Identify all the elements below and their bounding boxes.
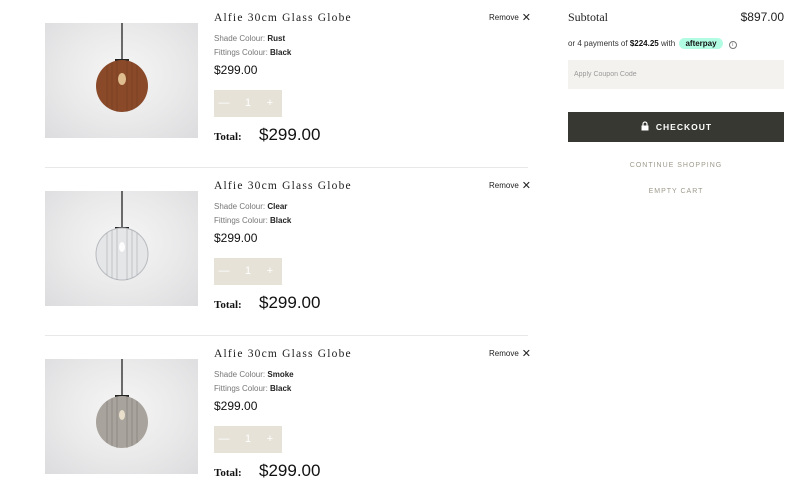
remove-button[interactable]: Remove ✕: [489, 346, 532, 360]
coupon-code-input[interactable]: [568, 60, 784, 89]
product-title[interactable]: Alfie 30cm Glass Globe: [214, 12, 352, 24]
item-total-label: Total:: [214, 299, 242, 311]
quantity-input[interactable]: 1: [240, 258, 256, 285]
fittings-label: Fittings Colour:: [214, 48, 268, 57]
product-title[interactable]: Alfie 30cm Glass Globe: [214, 348, 352, 360]
afterpay-amount: $224.25: [629, 39, 659, 48]
fittings-value: Black: [270, 384, 292, 393]
pendant-lamp-image: [96, 359, 148, 448]
remove-button[interactable]: Remove ✕: [489, 178, 532, 192]
quantity-stepper: — 1 +: [214, 258, 282, 285]
shade-label: Shade Colour:: [214, 34, 266, 43]
product-image[interactable]: [45, 23, 198, 138]
close-icon: ✕: [521, 180, 532, 192]
quantity-input[interactable]: 1: [240, 90, 256, 117]
cart-item: Alfie 30cm Glass Globe Shade Colour: Smo…: [45, 336, 532, 502]
afterpay-message: or 4 payments of $224.25 with afterpay i: [568, 38, 737, 49]
decrease-quantity-button[interactable]: —: [216, 426, 232, 453]
product-image[interactable]: [45, 359, 198, 474]
remove-label: Remove: [489, 181, 519, 190]
checkout-label: CHECKOUT: [655, 122, 713, 132]
fittings-label: Fittings Colour:: [214, 384, 268, 393]
increase-quantity-button[interactable]: +: [262, 258, 278, 285]
shade-colour: Shade Colour: Clear: [214, 202, 287, 211]
cart-item: Alfie 30cm Glass Globe Shade Colour: Rus…: [45, 0, 532, 168]
remove-button[interactable]: Remove ✕: [489, 10, 532, 24]
unit-price: $299.00: [214, 399, 258, 413]
subtotal-label: Subtotal: [568, 10, 609, 24]
decrease-quantity-button[interactable]: —: [216, 258, 232, 285]
quantity-stepper: — 1 +: [214, 426, 282, 453]
shade-value: Clear: [267, 202, 288, 211]
fittings-value: Black: [270, 48, 292, 57]
shade-colour: Shade Colour: Rust: [214, 34, 285, 43]
shade-label: Shade Colour:: [214, 370, 266, 379]
empty-cart-link[interactable]: EMPTY CART: [568, 188, 784, 195]
fittings-colour: Fittings Colour: Black: [214, 48, 291, 57]
cart-item: Alfie 30cm Glass Globe Shade Colour: Cle…: [45, 168, 532, 336]
shade-colour: Shade Colour: Smoke: [214, 370, 294, 379]
increase-quantity-button[interactable]: +: [262, 426, 278, 453]
unit-price: $299.00: [214, 231, 258, 245]
close-icon: ✕: [521, 12, 532, 24]
quantity-stepper: — 1 +: [214, 90, 282, 117]
continue-shopping-link[interactable]: CONTINUE SHOPPING: [568, 162, 784, 169]
afterpay-logo: afterpay: [679, 38, 723, 49]
fittings-label: Fittings Colour:: [214, 216, 268, 225]
item-total-label: Total:: [214, 467, 242, 479]
product-image[interactable]: [45, 191, 198, 306]
remove-label: Remove: [489, 13, 519, 22]
remove-label: Remove: [489, 349, 519, 358]
fittings-value: Black: [270, 216, 292, 225]
item-total-value: $299.00: [259, 125, 321, 144]
increase-quantity-button[interactable]: +: [262, 90, 278, 117]
checkout-button[interactable]: CHECKOUT: [568, 112, 784, 142]
unit-price: $299.00: [214, 63, 258, 77]
afterpay-prefix: or 4 payments of: [568, 39, 628, 48]
item-total-label: Total:: [214, 131, 242, 143]
shade-value: Rust: [267, 34, 286, 43]
subtotal-value: $897.00: [740, 10, 784, 24]
lock-icon: [641, 121, 649, 131]
item-total-value: $299.00: [259, 461, 321, 480]
pendant-lamp-image: [95, 191, 149, 281]
pendant-lamp-image: [96, 23, 148, 112]
fittings-colour: Fittings Colour: Black: [214, 216, 291, 225]
quantity-input[interactable]: 1: [240, 426, 256, 453]
close-icon: ✕: [521, 348, 532, 360]
info-icon[interactable]: i: [728, 41, 737, 49]
afterpay-with: with: [660, 39, 676, 48]
item-total-value: $299.00: [259, 293, 321, 312]
decrease-quantity-button[interactable]: —: [216, 90, 232, 117]
product-title[interactable]: Alfie 30cm Glass Globe: [214, 180, 352, 192]
fittings-colour: Fittings Colour: Black: [214, 384, 291, 393]
shade-value: Smoke: [267, 370, 294, 379]
shade-label: Shade Colour:: [214, 202, 266, 211]
